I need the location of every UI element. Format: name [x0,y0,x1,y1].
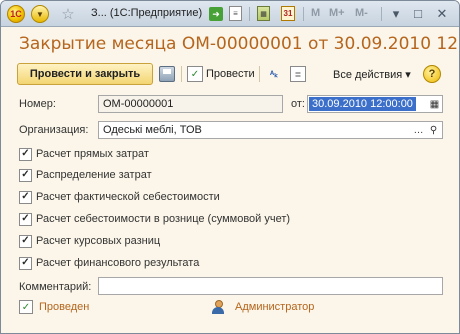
select-ellipsis-icon[interactable]: … [411,122,426,138]
comment-label: Комментарий: [19,281,92,293]
memory-subtract-button[interactable]: M- [355,7,368,19]
checkmark-icon: ✓ [21,169,30,180]
help-icon[interactable]: ? [423,65,441,83]
maximize-icon[interactable]: □ [409,5,427,23]
checkbox[interactable]: ✓ [19,147,32,161]
checkbox-retail-cost[interactable]: ✓ Расчет себестоимости в рознице (суммов… [19,211,290,227]
checkbox-label: Расчет фактической себестоимости [36,191,220,203]
post-button[interactable]: Провести [206,68,255,80]
checkbox-label: Расчет курсовых разниц [36,235,161,247]
date-value: 30.09.2010 12:00:00 [309,97,416,111]
checkbox-cost-distribution[interactable]: ✓ Распределение затрат [19,167,152,183]
toolbar-separator [381,7,382,21]
checkbox-label: Расчет финансового результата [36,257,200,269]
chevron-down-icon: ▼ [36,9,44,19]
checkbox-direct-costs[interactable]: ✓ Расчет прямых затрат [19,146,149,162]
window-menu-icon[interactable]: ▾ [387,5,405,23]
organization-field[interactable]: Одеські меблі, ТОВ [98,121,443,139]
title-bar: 1С ▼ ☆ З... (1С:Предприятие) ➜ ≡ ▦ 31 M … [1,1,459,27]
posted-check-icon: ✓ [19,300,33,314]
checkbox-financial-result[interactable]: ✓ Расчет финансового результата [19,255,199,271]
debit-credit-icon[interactable]: ᴬₖ [266,66,282,82]
number-label: Номер: [19,98,56,110]
checkbox-exchange-differences[interactable]: ✓ Расчет курсовых разниц [19,233,160,249]
date-field[interactable]: 30.09.2010 12:00:00 [307,95,443,113]
window-title: З... (1С:Предприятие) [91,7,203,19]
calendar-icon[interactable]: 31 [281,6,295,21]
checkbox[interactable]: ✓ [19,256,32,270]
main-menu-button[interactable]: ▼ [31,5,49,23]
checkmark-icon: ✓ [21,148,30,159]
toolbar-separator [181,66,182,82]
checkbox[interactable]: ✓ [19,190,32,204]
document-link-icon[interactable]: ≡ [229,6,242,21]
toolbar-separator [259,66,260,82]
comment-field[interactable] [98,277,443,295]
command-bar: Провести и закрыть ✓ Провести ᴬₖ ≣ Все д… [17,63,445,87]
checkbox[interactable]: ✓ [19,234,32,248]
toolbar-separator [249,7,250,21]
navigate-arrow-icon[interactable]: ➜ [209,7,223,21]
save-icon[interactable] [159,66,175,82]
checkbox-label: Распределение затрат [36,169,152,181]
close-icon[interactable]: ✕ [433,5,451,23]
user-icon [211,300,225,314]
1c-logo-icon[interactable]: 1С [7,5,25,23]
post-and-close-button[interactable]: Провести и закрыть [17,63,153,85]
calculator-icon[interactable]: ▦ [257,6,270,21]
calendar-picker-icon[interactable]: ▦ [427,96,442,112]
all-actions-menu[interactable]: Все действия ▾ [333,68,411,81]
checkbox-label: Расчет себестоимости в рознице (суммовой… [36,213,291,225]
author-user: Администратор [211,300,314,314]
checkbox[interactable]: ✓ [19,168,32,182]
organization-label: Организация: [19,124,89,136]
checkmark-icon: ✓ [21,257,30,268]
post-document-icon[interactable]: ✓ [187,66,203,82]
favorites-star-icon[interactable]: ☆ [59,5,77,23]
checkmark-icon: ✓ [21,235,30,246]
checkbox-label: Расчет прямых затрат [36,148,149,160]
toolbar-separator [303,7,304,21]
memory-store-button[interactable]: M [311,7,320,19]
posted-status: ✓ Проведен [19,300,89,314]
document-window: 1С ▼ ☆ З... (1С:Предприятие) ➜ ≡ ▦ 31 M … [0,0,460,334]
memory-add-button[interactable]: M+ [329,7,345,19]
report-icon[interactable]: ≣ [290,66,306,82]
checkmark-icon: ✓ [21,191,30,202]
checkbox[interactable]: ✓ [19,212,32,226]
open-search-icon[interactable]: ⚲ [426,122,441,138]
posted-status-label: Проведен [39,301,90,313]
document-heading: Закрытие месяца ОМ-00000001 от 30.09.201… [19,34,460,54]
date-label: от: [291,98,305,110]
checkbox-actual-cost[interactable]: ✓ Расчет фактической себестоимости [19,189,220,205]
checkmark-icon: ✓ [21,213,30,224]
author-user-label: Администратор [235,301,315,313]
number-field[interactable]: ОМ-00000001 [98,95,283,113]
